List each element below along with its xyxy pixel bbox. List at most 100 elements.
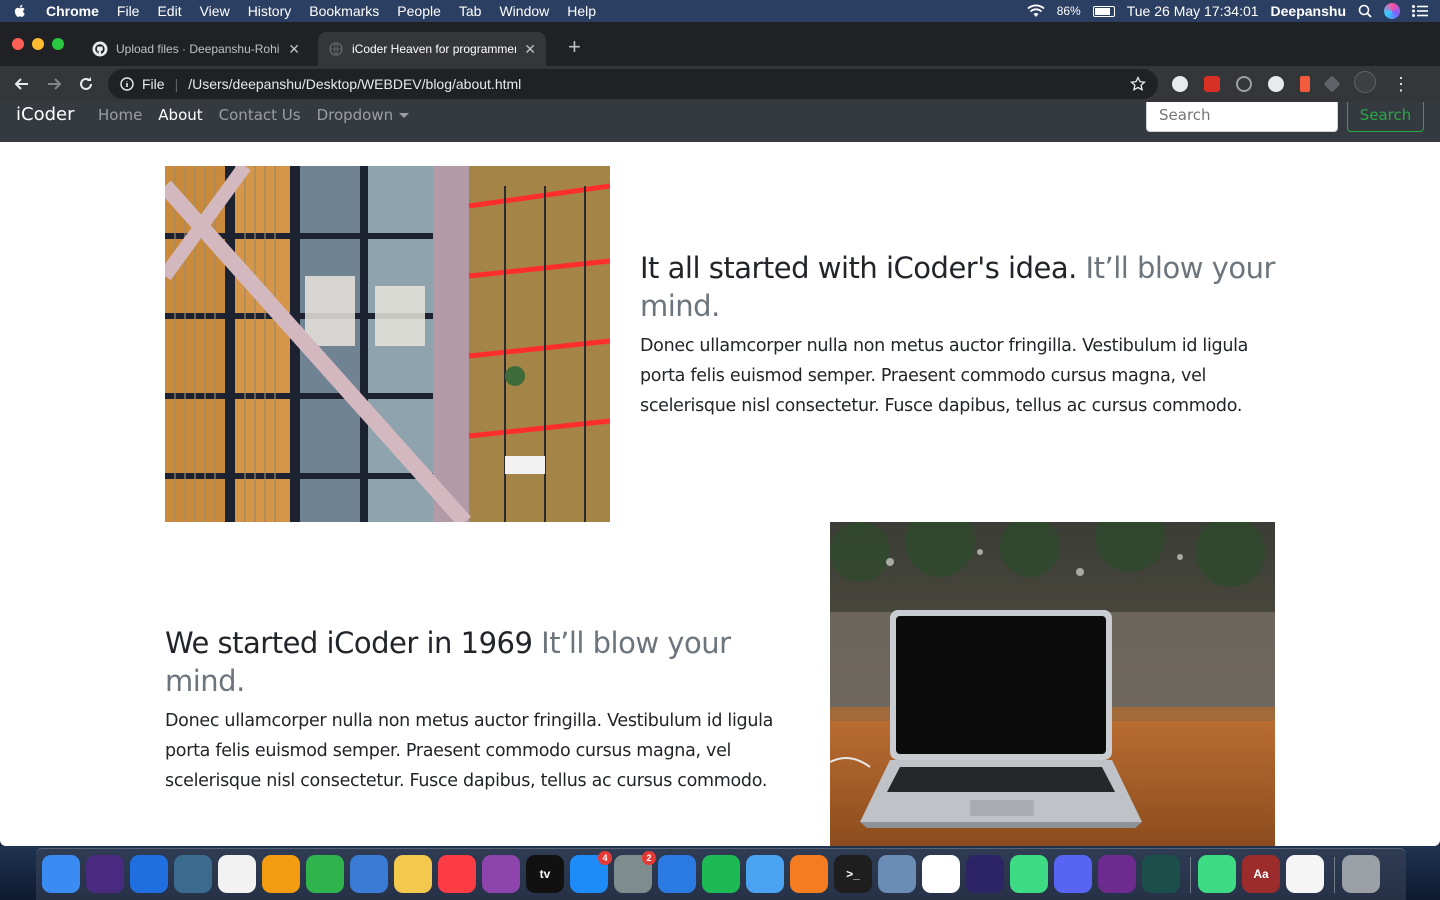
wifi-icon[interactable] <box>1027 4 1045 18</box>
url-separator: | <box>174 76 179 92</box>
feature-2-heading-main: We started iCoder in 1969 <box>165 626 533 660</box>
app-store-icon[interactable]: 4 <box>570 851 612 893</box>
podcasts-icon[interactable] <box>482 855 520 893</box>
nav-home[interactable]: Home <box>98 106 142 124</box>
menu-history[interactable]: History <box>248 3 292 19</box>
close-window-button[interactable] <box>12 38 24 50</box>
reload-icon[interactable] <box>70 68 102 100</box>
circle-extension-icon[interactable] <box>1268 75 1284 92</box>
zoom-window-button[interactable] <box>52 38 64 50</box>
back-arrow-icon[interactable] <box>6 68 38 100</box>
finder-icon[interactable] <box>42 855 80 893</box>
menu-edit[interactable]: Edit <box>157 3 181 19</box>
site-search-button[interactable]: Search <box>1347 102 1424 132</box>
image-capture-icon[interactable] <box>878 855 916 893</box>
address-bar[interactable]: File | /Users/deepanshu/Desktop/WEBDEV/b… <box>108 69 1158 99</box>
photos-icon[interactable] <box>218 855 256 893</box>
menu-people[interactable]: People <box>397 3 441 19</box>
apple-tv-icon[interactable]: tv <box>526 855 564 893</box>
close-extension-icon[interactable] <box>1204 75 1220 92</box>
spotlight-search-icon[interactable] <box>1358 4 1372 18</box>
macos-menu-bar: Chrome File Edit View History Bookmarks … <box>0 0 1440 22</box>
clock[interactable]: Tue 26 May 17:34:01 <box>1127 3 1259 19</box>
github-desktop-icon[interactable] <box>1098 855 1136 893</box>
site-search-input[interactable] <box>1146 102 1338 132</box>
dock: tv 4 2 >_ Aa <box>36 848 1406 900</box>
feature-2-heading: We started iCoder in 1969 It’ll blow you… <box>165 624 805 700</box>
grammarly-extension-icon[interactable] <box>1236 75 1252 92</box>
new-tab-plus-icon[interactable]: + <box>568 36 581 58</box>
nav-dropdown[interactable]: Dropdown <box>317 106 410 124</box>
site-navbar: iCoder Home About Contact Us Dropdown Se… <box>0 102 1440 142</box>
site-brand[interactable]: iCoder <box>16 104 74 125</box>
site-nav-links: Home About Contact Us Dropdown <box>98 106 410 124</box>
menu-window[interactable]: Window <box>499 3 549 19</box>
battery-percent: 86% <box>1056 4 1081 18</box>
feature-1-text: It all started with iCoder's idea. It’ll… <box>640 249 1280 421</box>
tab-close-icon[interactable]: ✕ <box>288 41 300 58</box>
info-icon[interactable] <box>120 77 134 91</box>
battery-icon[interactable] <box>1092 5 1115 17</box>
siri-icon[interactable] <box>86 855 124 893</box>
preview-icon[interactable] <box>174 855 212 893</box>
menu-bookmarks[interactable]: Bookmarks <box>309 3 379 19</box>
android-icon[interactable] <box>1198 855 1236 893</box>
bookmark-extension-icon[interactable] <box>1300 75 1310 92</box>
nav-dropdown-label: Dropdown <box>316 106 394 124</box>
xcode-icon[interactable] <box>746 855 784 893</box>
feature-1-body: Donec ullamcorper nulla non metus auctor… <box>640 336 1249 416</box>
forward-arrow-icon[interactable] <box>38 68 70 100</box>
gitkraken-icon[interactable] <box>1142 855 1180 893</box>
system-preferences-icon[interactable]: 2 <box>614 851 656 893</box>
laptop-on-desk-image <box>830 522 1275 846</box>
url-text[interactable]: /Users/deepanshu/Desktop/WEBDEV/blog/abo… <box>188 76 521 92</box>
bookmark-star-icon[interactable] <box>1130 76 1146 92</box>
vscode-icon[interactable] <box>658 855 696 893</box>
dictionary-icon[interactable]: Aa <box>1242 855 1280 893</box>
layers-extension-icon[interactable] <box>1323 75 1341 92</box>
profile-avatar[interactable] <box>1354 71 1376 93</box>
tab-title: Upload files · Deepanshu-Rohilla <box>116 42 281 56</box>
minimize-window-button[interactable] <box>32 38 44 50</box>
nav-contact-us[interactable]: Contact Us <box>219 106 301 124</box>
chrome-icon[interactable] <box>922 855 960 893</box>
menu-tab[interactable]: Tab <box>459 3 482 19</box>
dock-separator <box>1334 857 1335 893</box>
feature-2-body: Donec ullamcorper nulla non metus auctor… <box>165 711 774 791</box>
menu-app-name[interactable]: Chrome <box>46 3 99 19</box>
android-studio-icon[interactable] <box>1010 855 1048 893</box>
safari-icon[interactable] <box>130 855 168 893</box>
keynote-icon[interactable] <box>350 855 388 893</box>
notification-center-icon[interactable] <box>1412 5 1428 17</box>
terminal-icon[interactable]: >_ <box>834 855 872 893</box>
eclipse-icon[interactable] <box>966 855 1004 893</box>
trash-icon[interactable] <box>1342 855 1380 893</box>
python-icon[interactable] <box>394 855 432 893</box>
feature-1-heading: It all started with iCoder's idea. It’ll… <box>640 249 1280 325</box>
github-extension-icon[interactable] <box>1172 75 1188 92</box>
menu-file[interactable]: File <box>117 3 140 19</box>
siri-icon[interactable] <box>1384 3 1400 19</box>
textedit-icon[interactable] <box>1286 855 1324 893</box>
building-facade-image <box>165 166 610 522</box>
browser-toolbar: File | /Users/deepanshu/Desktop/WEBDEV/b… <box>0 66 1440 102</box>
menu-view[interactable]: View <box>200 3 230 19</box>
numbers-icon[interactable] <box>306 855 344 893</box>
tab-close-icon[interactable]: ✕ <box>524 41 536 58</box>
apple-menu-icon[interactable] <box>12 3 28 19</box>
battery-fill <box>1094 7 1110 15</box>
tab-upload-files[interactable]: Upload files · Deepanshu-Rohilla ✕ <box>82 32 310 66</box>
discord-icon[interactable] <box>1054 855 1092 893</box>
music-icon[interactable] <box>438 855 476 893</box>
nav-about[interactable]: About <box>158 106 202 124</box>
chrome-menu-icon[interactable]: ⋮ <box>1392 75 1410 93</box>
page-viewport: iCoder Home About Contact Us Dropdown Se… <box>0 102 1440 846</box>
menu-help[interactable]: Help <box>567 3 596 19</box>
tab-icoder[interactable]: iCoder Heaven for programmers ✕ <box>318 32 546 66</box>
sublime-text-icon[interactable] <box>790 855 828 893</box>
feature-2-text: We started iCoder in 1969 It’ll blow you… <box>165 624 805 796</box>
pages-icon[interactable] <box>262 855 300 893</box>
user-name[interactable]: Deepanshu <box>1271 3 1346 19</box>
extensions-area: ⋮ <box>1172 71 1410 93</box>
spotify-icon[interactable] <box>702 855 740 893</box>
